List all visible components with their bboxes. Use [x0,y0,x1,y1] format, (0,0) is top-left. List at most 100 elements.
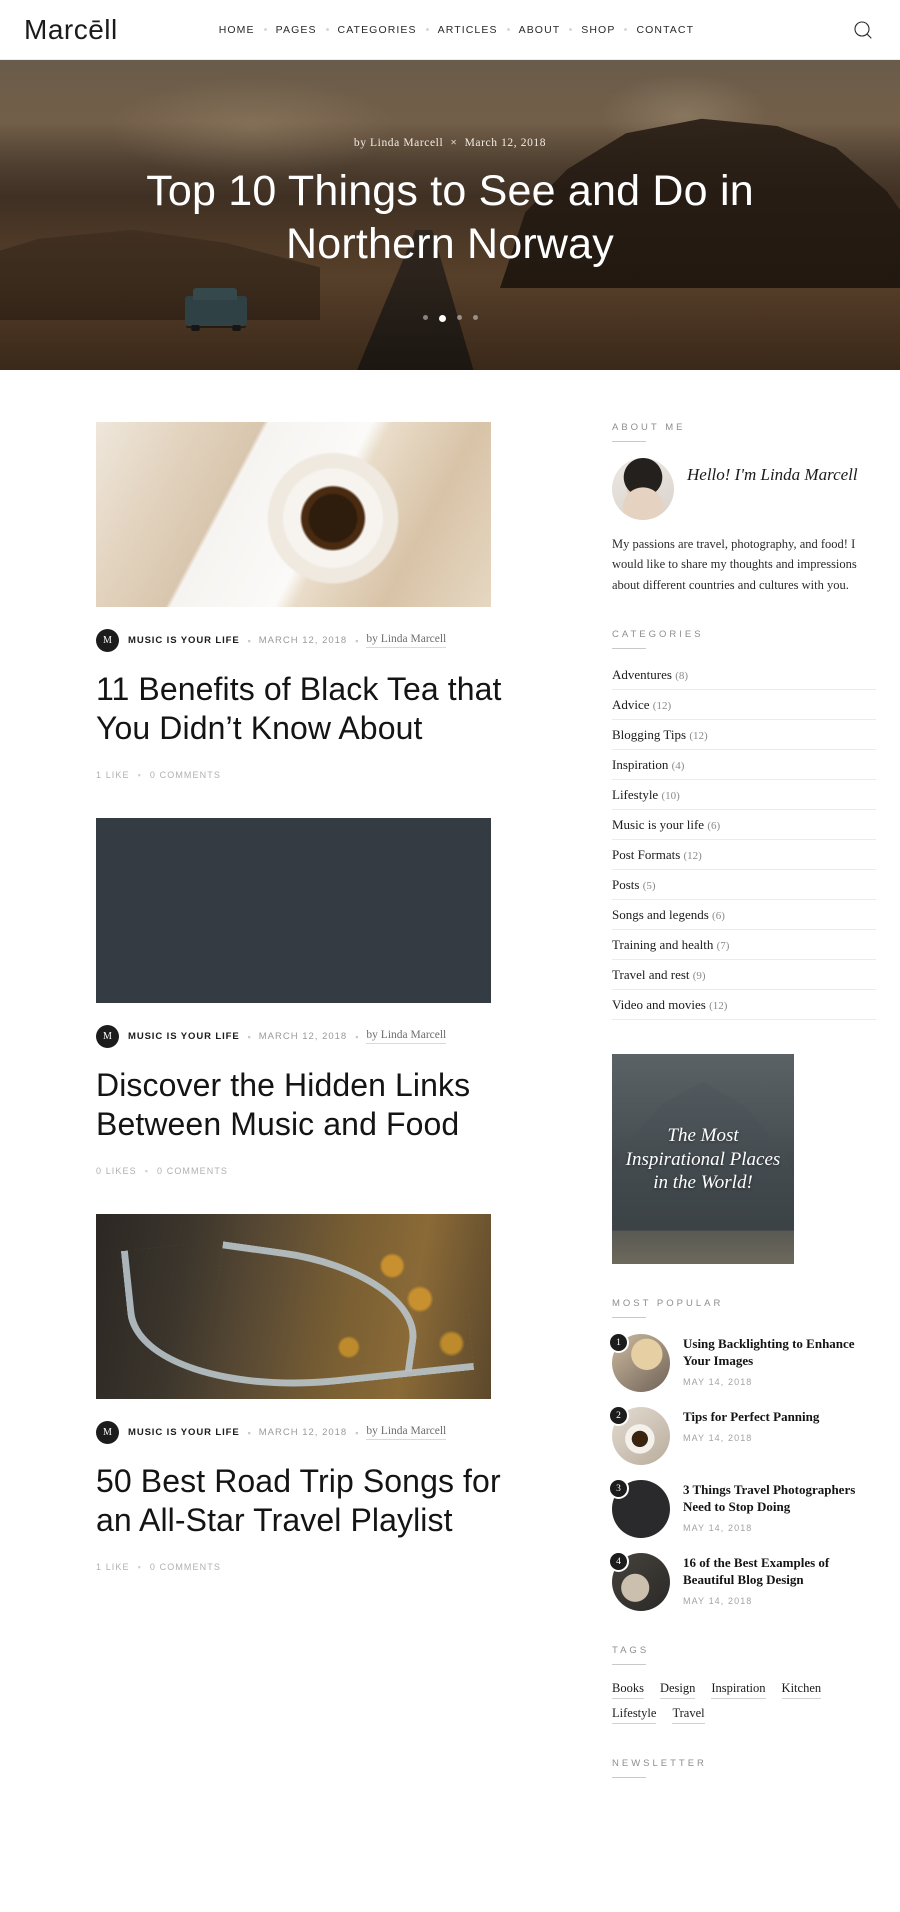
category-item[interactable]: Advice (12) [612,690,876,721]
site-logo[interactable]: Marcēll [24,15,118,44]
category-item[interactable]: Post Formats (12) [612,840,876,871]
widget-promo-banner: The Most Inspirational Places in the Wor… [612,1054,876,1265]
category-count: (12) [709,999,728,1012]
widget-title-newsletter: NEWSLETTER [612,1758,876,1779]
tag-item[interactable]: Inspiration [711,1681,766,1700]
nav-item-pages[interactable]: PAGES [267,24,326,36]
category-badge-icon[interactable]: M [96,1421,119,1445]
search-icon[interactable] [850,17,876,43]
most-popular-title[interactable]: Using Backlighting to Enhance Your Image… [683,1336,876,1370]
about-me-text: My passions are travel, photography, and… [612,537,857,592]
hero-meta: by Linda Marcell ✕ March 12, 2018 [354,137,546,149]
nav-item-about[interactable]: ABOUT [510,24,570,36]
post-image-music-and-food[interactable] [96,818,491,1004]
stats-separator-dot: ▪ [144,1166,150,1177]
post-stats: 1 LIKE ▪ 0 COMMENTS [96,1562,506,1572]
hero-content: by Linda Marcell ✕ March 12, 2018 Top 10… [0,60,900,370]
category-item[interactable]: Songs and legends (6) [612,900,876,931]
post-author[interactable]: by Linda Marcell [366,633,447,648]
most-popular-date: MAY 14, 2018 [683,1377,753,1388]
category-name: Blogging Tips [612,726,687,742]
most-popular-rank-badge: 4 [608,1551,629,1573]
page-body: M MUSIC IS YOUR LIFE ▪ MARCH 12, 2018 ▪ by Li… [0,370,900,1812]
category-count: (5) [642,879,656,892]
category-name: Post Formats [612,846,681,862]
most-popular-title[interactable]: Tips for Perfect Panning [683,1409,819,1426]
widget-newsletter: NEWSLETTER [612,1758,876,1779]
tag-item[interactable]: Lifestyle [612,1706,657,1725]
most-popular-item[interactable]: 2 Tips for Perfect Panning MAY 14, 2018 [608,1405,876,1466]
nav-item-shop[interactable]: SHOP [572,24,624,36]
hero-slider-dot-1[interactable] [422,315,428,320]
category-count: (8) [675,669,689,682]
category-item[interactable]: Inspiration (4) [612,750,876,781]
post-image-road-trip-songs[interactable] [96,1214,491,1400]
post-comments[interactable]: 0 COMMENTS [150,1562,221,1572]
meta-separator-dot: ▪ [355,635,359,646]
category-count: (12) [683,849,702,862]
post-title[interactable]: 11 Benefits of Black Tea that You Didn’t… [96,670,506,748]
hero-title[interactable]: Top 10 Things to See and Do in Northern … [100,165,800,272]
category-item[interactable]: Travel and rest (9) [612,960,876,991]
most-popular-date: MAY 14, 2018 [683,1523,753,1534]
hero-slider-dot-4[interactable] [472,315,478,320]
nav-item-home[interactable]: HOME [210,24,264,36]
tag-item[interactable]: Travel [672,1706,705,1725]
hero-author[interactable]: by Linda Marcell [354,137,443,149]
most-popular-title[interactable]: 3 Things Travel Photographers Need to St… [683,1482,876,1516]
category-badge-icon[interactable]: M [96,1025,119,1049]
post-title[interactable]: 50 Best Road Trip Songs for an All-Star … [96,1462,506,1540]
category-name: Video and movies [612,996,706,1012]
most-popular-item[interactable]: 1 Using Backlighting to Enhance Your Imag… [608,1332,876,1393]
hero-slider-dot-3[interactable] [456,315,462,320]
category-item[interactable]: Posts (5) [612,870,876,901]
post-comments[interactable]: 0 COMMENTS [157,1166,228,1176]
post-likes[interactable]: 0 LIKES [96,1166,137,1176]
nav-item-categories[interactable]: CATEGORIES [329,24,426,36]
category-count: (9) [692,969,706,982]
post-image-black-tea[interactable] [96,422,491,607]
post-category[interactable]: MUSIC IS YOUR LIFE [128,635,240,646]
category-item[interactable]: Training and health (7) [612,930,876,961]
category-item[interactable]: Lifestyle (10) [612,780,876,811]
category-name: Songs and legends [612,906,709,922]
tag-item[interactable]: Design [659,1681,696,1700]
hero-slider-dot-2[interactable] [438,315,446,322]
most-popular-date: MAY 14, 2018 [683,1596,753,1607]
category-name: Posts [612,876,640,892]
tag-item[interactable]: Kitchen [781,1681,822,1700]
category-list: Adventures (8) Advice (12) Blogging Tips (… [612,665,876,1021]
post-author[interactable]: by Linda Marcell [366,1425,447,1441]
post-stats: 0 LIKES ▪ 0 COMMENTS [96,1166,506,1176]
widget-tags: TAGS Books Design Inspiration Kitchen Lifest… [612,1645,876,1725]
category-name: Training and health [612,936,714,952]
tag-list: Books Design Inspiration Kitchen Lifestyle Tr… [612,1681,876,1725]
post-card: M MUSIC IS YOUR LIFE ▪ MARCH 12, 2018 ▪ by Li… [96,422,506,780]
post-title[interactable]: Discover the Hidden Links Between Music … [96,1066,506,1144]
most-popular-item[interactable]: 3 3 Things Travel Photographers Need to S… [608,1478,876,1539]
category-item[interactable]: Blogging Tips (12) [612,720,876,751]
category-item[interactable]: Music is your life (6) [612,810,876,841]
meta-separator-dot: ▪ [247,1031,251,1042]
tag-item[interactable]: Books [612,1681,644,1700]
post-author[interactable]: by Linda Marcell [366,1029,447,1045]
category-count: (6) [707,819,721,832]
nav-item-contact[interactable]: CONTACT [627,24,703,36]
widget-most-popular: MOST POPULAR 1 Using Backlighting to Enha… [608,1298,876,1612]
post-likes[interactable]: 1 LIKE [96,770,130,780]
hero-slider[interactable]: by Linda Marcell ✕ March 12, 2018 Top 10… [0,60,900,370]
most-popular-item[interactable]: 4 16 of the Best Examples of Beautiful Bl… [608,1551,876,1612]
promo-banner[interactable]: The Most Inspirational Places in the Wor… [612,1054,794,1265]
meta-separator-dot: ▪ [355,1031,359,1042]
category-item[interactable]: Video and movies (12) [612,990,876,1021]
category-badge-icon[interactable]: M [96,629,119,652]
most-popular-title[interactable]: 16 of the Best Examples of Beautiful Blo… [683,1555,876,1589]
most-popular-thumbnail: 4 [608,1551,670,1612]
post-category[interactable]: MUSIC IS YOUR LIFE [128,1031,240,1042]
post-comments[interactable]: 0 COMMENTS [150,770,221,780]
category-item[interactable]: Adventures (8) [612,665,876,691]
category-count: (10) [661,789,680,802]
post-likes[interactable]: 1 LIKE [96,1562,130,1572]
nav-item-articles[interactable]: ARTICLES [429,24,507,36]
post-category[interactable]: MUSIC IS YOUR LIFE [128,1427,240,1438]
